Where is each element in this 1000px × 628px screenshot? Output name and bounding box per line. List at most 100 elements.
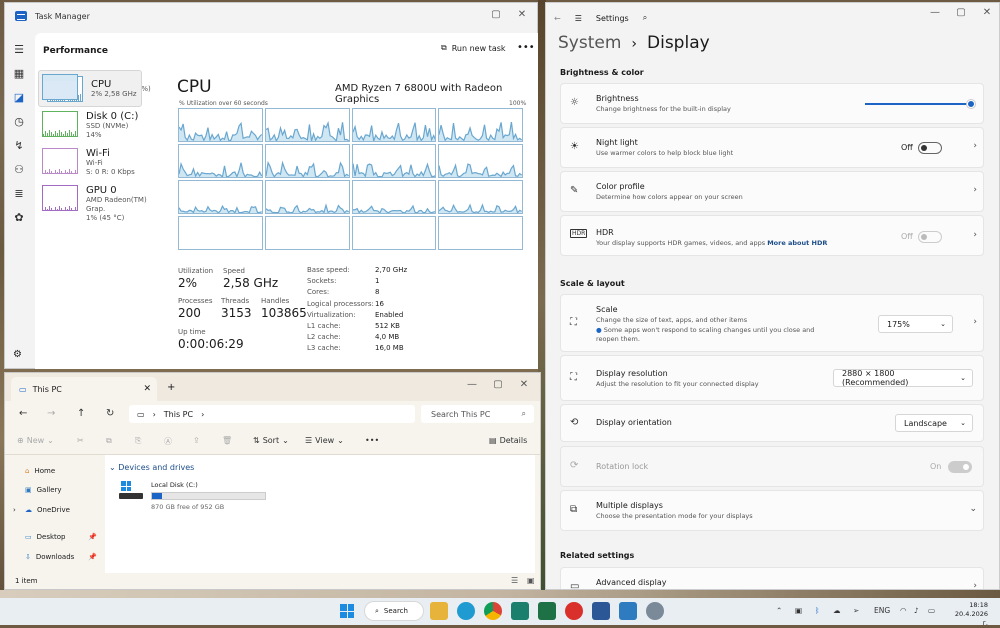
search-input[interactable]: Search This PC ⌕ [421,405,534,423]
resource-item[interactable]: Wi-Fi Wi-Fi S: 0 R: 0 Kbps [38,144,162,181]
more-about-hdr-link[interactable]: More about HDR [767,239,827,247]
clock[interactable]: 18:18 20.4.2026 г. [952,601,988,628]
hamburger-menu-icon[interactable]: ☰ [5,38,33,62]
details-button[interactable]: ▤ Details [489,436,527,445]
language-indicator[interactable]: ENG [874,606,890,615]
acrobat-icon[interactable] [565,602,583,620]
edge-icon[interactable] [457,602,475,620]
nav-item-home[interactable]: ⌂ Home [11,461,101,481]
chrome-icon[interactable] [484,602,502,620]
delete-icon[interactable]: 🗑 [222,436,232,445]
resource-item[interactable]: GPU 0 AMD Radeon(TM) Grap. 1% (45 °C) [38,181,162,222]
breadcrumb-system[interactable]: System [558,33,621,53]
search-icon[interactable]: ⌕ [643,13,647,23]
more-options-icon[interactable]: ••• [517,42,535,53]
rotation-lock-toggle[interactable] [948,461,972,473]
hamburger-menu-icon[interactable]: ☰ [575,14,582,23]
refresh-icon[interactable]: ↻ [106,408,114,419]
forward-arrow-icon[interactable]: → [47,408,55,419]
address-bar[interactable]: ▭ › This PC › [129,405,415,423]
processes-icon[interactable]: ▦ [5,62,33,86]
tray-app-icon[interactable]: ▣ [795,606,802,615]
hdr-card[interactable]: HDR HDR Your display supports HDR games,… [560,215,984,256]
minimize-button[interactable]: — [922,5,948,19]
orientation-dropdown[interactable]: Landscape ⌄ [895,414,973,432]
section-header[interactable]: ⌄ Devices and drives [109,463,194,472]
task-manager-icon[interactable] [619,602,637,620]
run-new-task-button[interactable]: ⧉ Run new task [441,43,506,53]
close-button[interactable]: ✕ [509,7,535,21]
sort-button[interactable]: ⇅ Sort ⌄ [253,436,289,445]
share-icon[interactable]: ⇪ [193,436,200,445]
more-options-icon[interactable]: ••• [365,436,379,445]
address-text: This PC [163,409,194,419]
settings-gear-icon[interactable]: ⚙ [13,349,22,360]
nav-item-downloads[interactable]: ⇩ Downloads 📌 [11,547,101,567]
outlook-icon[interactable] [592,602,610,620]
new-tab-button[interactable]: + [167,382,175,393]
up-arrow-icon[interactable]: ↑ [77,408,85,419]
settings-gear-icon[interactable] [646,602,664,620]
store-icon[interactable] [511,602,529,620]
back-arrow-icon[interactable]: ← [19,408,27,419]
file-explorer-icon[interactable] [430,602,448,620]
back-arrow-icon[interactable]: ← [554,14,561,23]
excel-icon[interactable] [538,602,556,620]
maximize-button[interactable]: ▢ [485,377,511,391]
scale-dropdown[interactable]: 175% ⌄ [878,315,953,333]
paste-icon[interactable]: ⎘ [135,436,141,446]
brightness-slider[interactable] [865,100,975,108]
chevron-right-icon[interactable]: › [973,317,977,327]
details-icon[interactable]: ≣ [5,182,33,206]
nav-item-desktop[interactable]: ▭ Desktop 📌 [11,528,101,548]
advanced-display-card[interactable]: ▭ Advanced display › [560,567,984,589]
view-button[interactable]: ☰ View ⌄ [305,436,344,445]
hdr-desc: Your display supports HDR games, videos,… [596,239,827,247]
services-icon[interactable]: ✿ [5,206,33,230]
color-profile-card[interactable]: ✎ Color profile Determine how colors app… [560,171,984,212]
performance-icon[interactable]: ◪ [5,86,33,110]
close-button[interactable]: ✕ [511,377,537,391]
navigation-pane: ⌂ Home ▣ Gallery › ☁ OneDrive ▭ Desktop 📌 ⇩ Downloa… [11,461,101,567]
start-button[interactable] [338,602,356,620]
send-icon[interactable]: ➢ [853,606,859,615]
multiple-displays-card[interactable]: ⧉ Multiple displays Choose the presentat… [560,490,984,531]
onedrive-icon[interactable]: ☁ [833,606,841,615]
resolution-dropdown[interactable]: 2880 × 1800 (Recommended) ⌄ [833,369,973,387]
section-brightness-color: Brightness & color [560,68,644,77]
hdr-toggle[interactable] [918,231,942,243]
details-view-icon[interactable]: ☰ [511,576,518,585]
bluetooth-icon[interactable]: ᛒ [815,606,820,615]
expand-chevron-icon[interactable]: › [13,506,16,514]
battery-icon[interactable]: ▭ [928,606,935,615]
users-icon[interactable]: ⚇ [5,158,33,182]
close-button[interactable]: ✕ [974,5,999,19]
wifi-icon[interactable]: ◠ [900,606,907,615]
spec-value: 4,0 MB [375,333,400,342]
brightness-slider-thumb[interactable] [967,100,975,108]
app-history-icon[interactable]: ◷ [5,110,33,134]
resource-item[interactable]: Disk 0 (C:) SSD (NVMe) 14% [38,107,162,144]
close-tab-icon[interactable]: ✕ [143,384,151,394]
taskbar-search[interactable]: ⌕ Search [364,601,424,621]
drive-item[interactable]: Local Disk (C:) 870 GB free of 952 GB [119,481,266,511]
rename-icon[interactable]: Ⓐ [164,436,172,447]
night-light-card[interactable]: ☀ Night light Use warmer colors to help … [560,127,984,168]
startup-apps-icon[interactable]: ↯ [5,134,33,158]
tab-this-pc[interactable]: ▭ This PC ✕ [11,377,157,401]
volume-icon[interactable]: ♪ [914,606,919,615]
nav-item-onedrive[interactable]: › ☁ OneDrive [11,500,101,520]
chevron-up-icon[interactable]: ⌃ [776,606,782,615]
copy-icon[interactable]: ⧉ [106,436,112,446]
maximize-button[interactable]: ▢ [483,7,509,21]
tiles-view-icon[interactable]: ▣ [527,576,535,585]
page-title: Performance [43,46,108,56]
cpu-core-graph [438,180,523,214]
night-light-toggle[interactable] [918,142,942,154]
cut-icon[interactable]: ✂ [77,436,84,445]
new-button[interactable]: ⊕ New ⌄ [17,436,54,445]
minimize-button[interactable]: — [459,377,485,391]
nav-item-gallery[interactable]: ▣ Gallery [11,481,101,501]
cpu-core-graph [438,144,523,178]
maximize-button[interactable]: ▢ [948,5,974,19]
